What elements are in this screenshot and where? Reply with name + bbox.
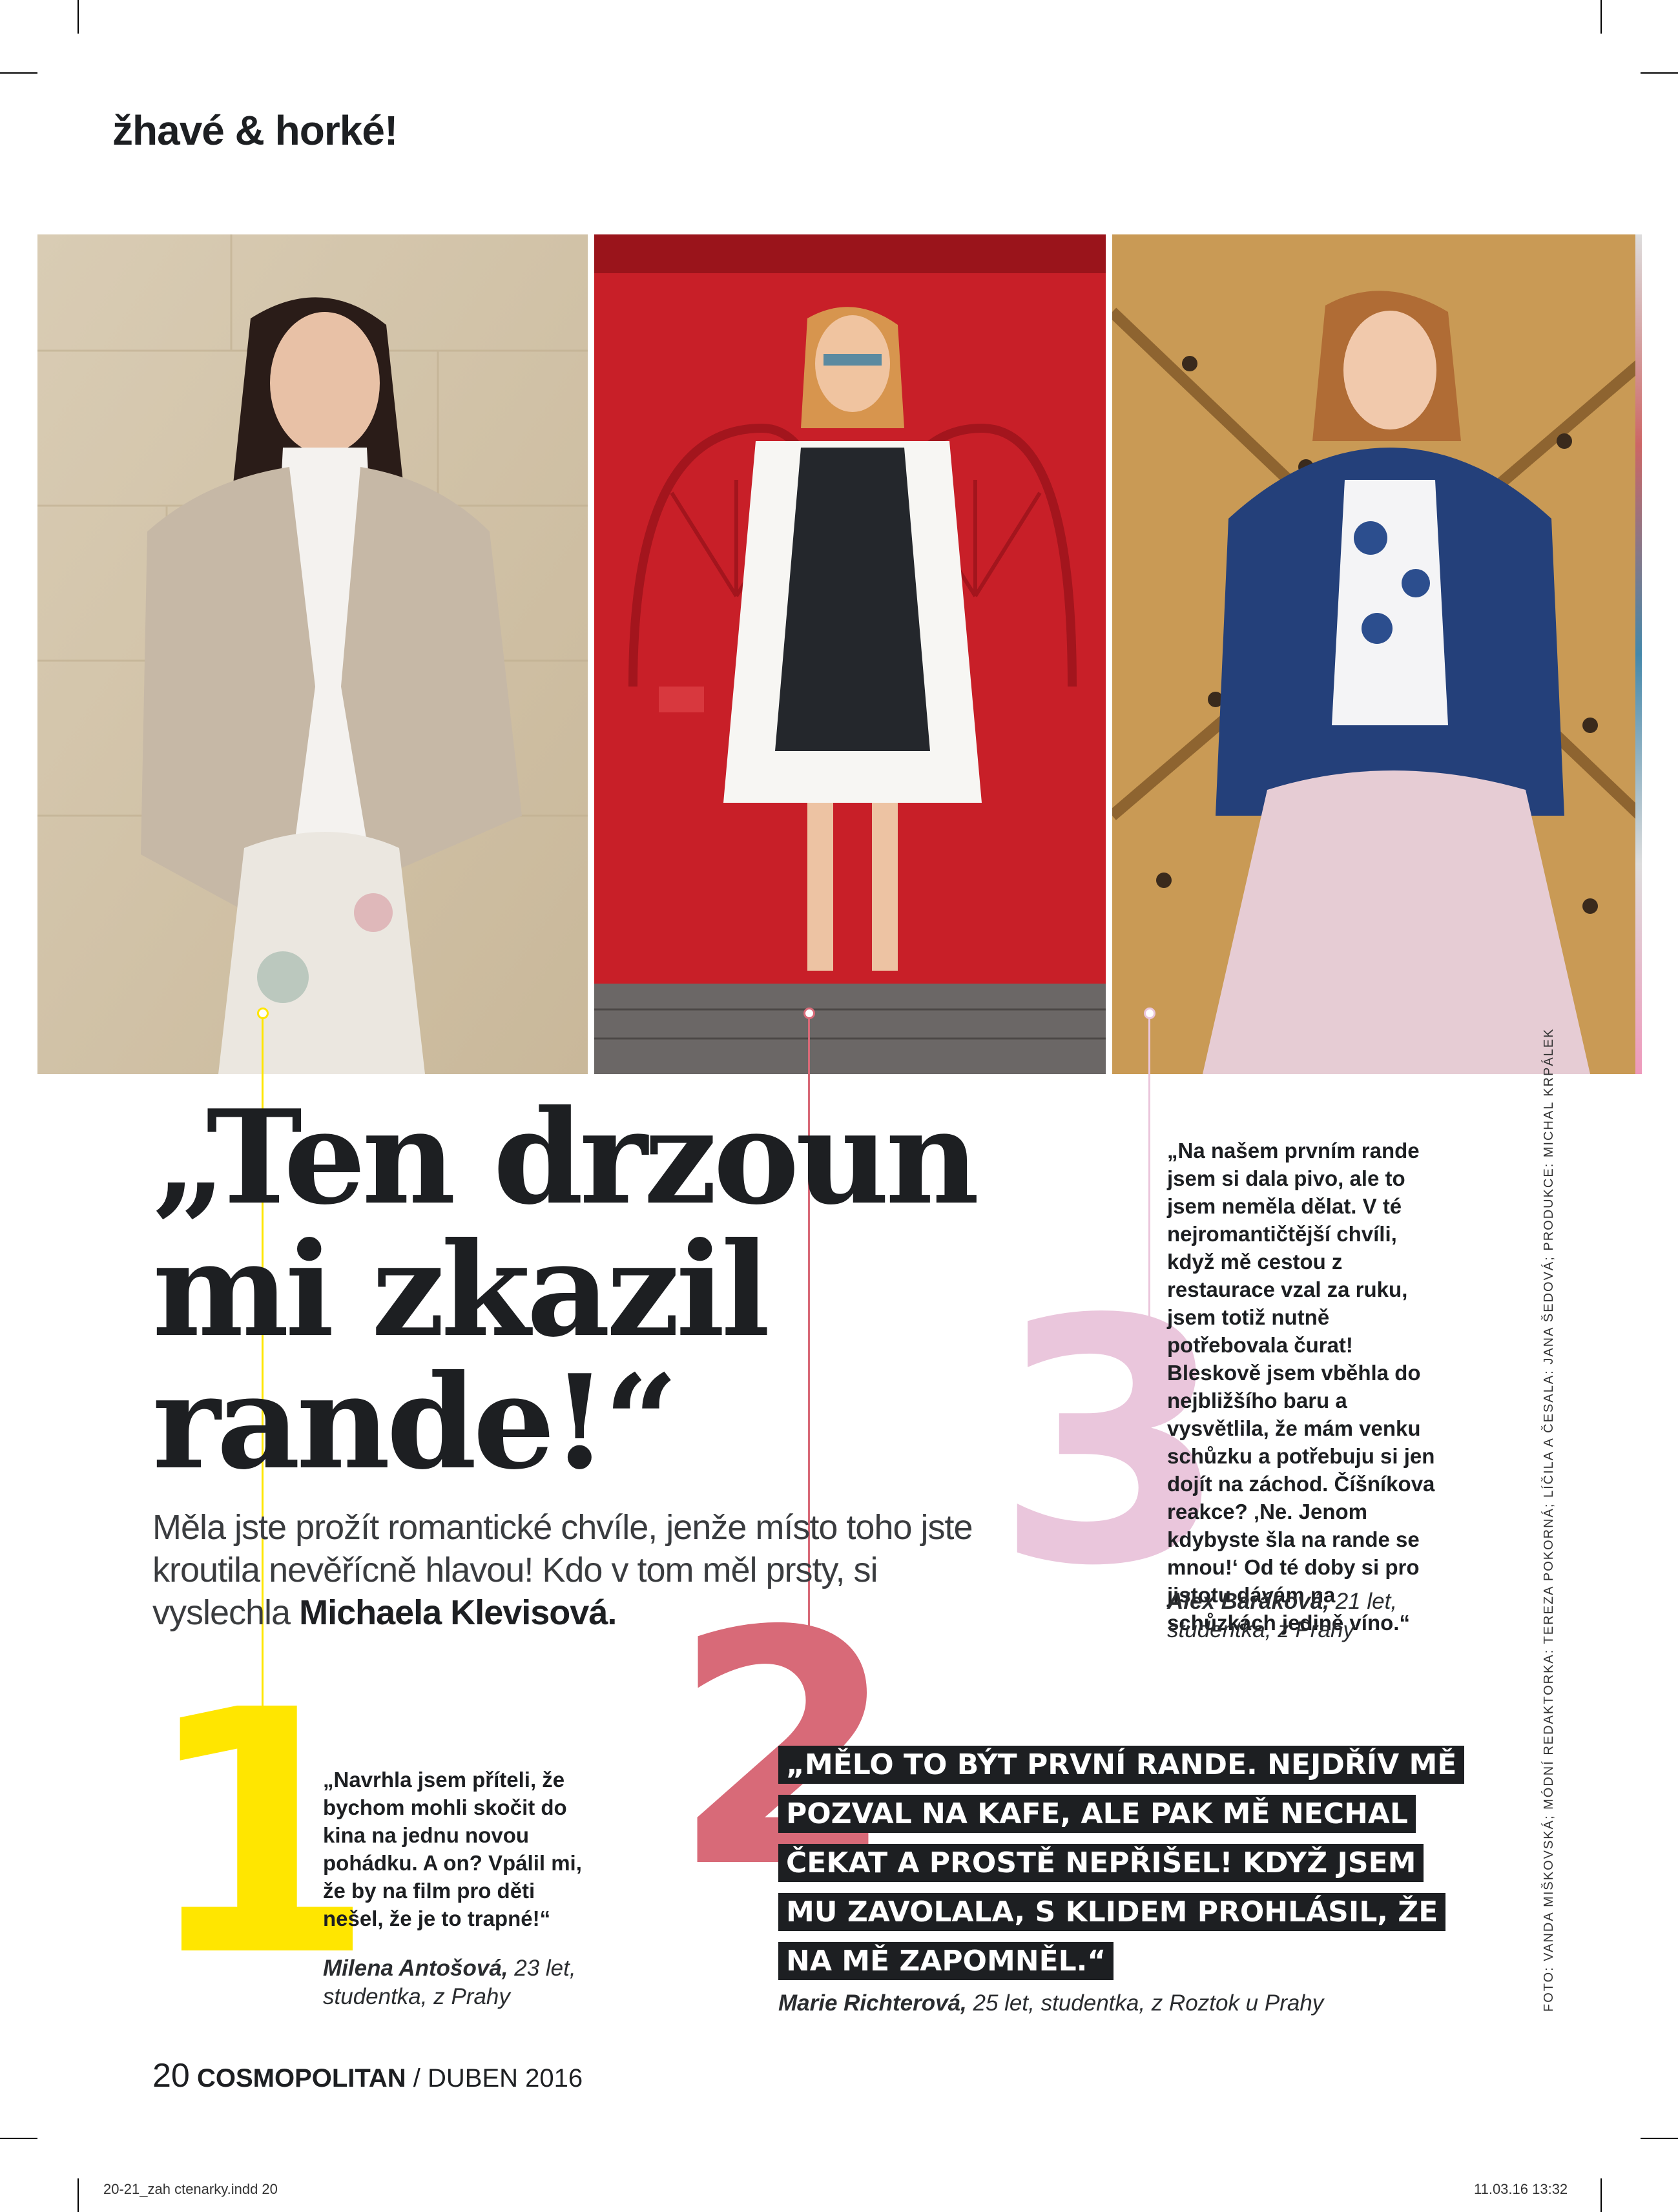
crop-mark	[1641, 72, 1678, 74]
page-footer: 20 COSMOPOLITAN / DUBEN 2016	[152, 2056, 583, 2095]
story-3-name: Alex Baráková,	[1167, 1589, 1329, 1614]
story-3-quote: „Na našem prvním rande jsem si dala pivo…	[1167, 1139, 1435, 1635]
slug-file: 20-21_zah ctenarky.indd 20	[103, 2181, 278, 2197]
story-2-quote-line: ČEKAT A PROSTĚ NEPŘIŠEL! KDYŽ JSEM	[778, 1844, 1424, 1882]
crop-mark	[1600, 2178, 1602, 2212]
story-2-quote-line: „MĚLO TO BÝT PRVNÍ RANDE. NEJDŘÍV MĚ	[778, 1746, 1465, 1784]
story-1-details: studentka, z Prahy	[323, 1984, 510, 2009]
story-1-signature: Milena Antošová, 23 let, studentka, z Pr…	[323, 1954, 601, 2011]
crop-mark	[1600, 0, 1602, 34]
crop-mark	[78, 2178, 79, 2212]
crop-mark	[0, 72, 37, 74]
lead-paragraph: Měla jste prožít romantické chvíle, jenž…	[152, 1506, 992, 1634]
story-2-details: 25 let, studentka, z Roztok u Prahy	[966, 1990, 1324, 2016]
issue-date: DUBEN 2016	[428, 2064, 583, 2093]
photo-alex	[1112, 234, 1641, 1074]
page-number: 20	[152, 2057, 190, 2094]
story-2-signature: Marie Richterová, 25 let, studentka, z R…	[778, 1989, 1489, 2018]
photo-marie	[594, 234, 1106, 1074]
connector-dot-1	[257, 1008, 269, 1019]
story-3-age: 21 let,	[1329, 1589, 1398, 1614]
story-2-quote-line: NA MĚ ZAPOMNĚL.“	[778, 1942, 1114, 1980]
story-1-name: Milena Antošová,	[323, 1956, 508, 1981]
story-1-age: 23 let,	[508, 1956, 576, 1981]
headline: „Ten drzoun mi zkazil rande!“	[152, 1082, 979, 1498]
photo-milena	[37, 234, 588, 1074]
headline-line-2: mi zkazil	[152, 1214, 771, 1366]
photo-edge-strip	[1635, 234, 1642, 1074]
crop-mark	[1641, 2138, 1678, 2139]
story-3-details: studentka, z Prahy	[1167, 1617, 1354, 1642]
lead-author: Michaela Klevisová.	[299, 1593, 617, 1632]
story-2-quote-line: POZVAL NA KAFE, ALE PAK MĚ NECHAL	[778, 1795, 1416, 1833]
photo-alex-illustration	[1112, 234, 1641, 1074]
footer-separator: /	[406, 2064, 428, 2093]
slug-date: 11.03.16 13:32	[1474, 2181, 1568, 2197]
story-1-quote: „Navrhla jsem příteli, že bychom mohli s…	[323, 1768, 582, 1930]
story-2-quote: „MĚLO TO BÝT PRVNÍ RANDE. NEJDŘÍV MĚ POZ…	[778, 1741, 1489, 1986]
headline-line-1: „Ten drzoun	[152, 1082, 979, 1234]
story-2-quote-line: MU ZAVOLALA, S KLIDEM PROHLÁSIL, ŽE	[778, 1893, 1446, 1931]
crop-mark	[0, 2138, 37, 2139]
photo-marie-illustration	[594, 234, 1106, 1074]
story-3-signature: Alex Baráková, 21 let, studentka, z Prah…	[1167, 1587, 1438, 1644]
connector-dot-3	[1144, 1008, 1155, 1019]
magazine-brand: COSMOPOLITAN	[196, 2064, 406, 2093]
story-2-name: Marie Richterová,	[778, 1990, 967, 2016]
connector-dot-2	[803, 1008, 815, 1019]
photo-milena-illustration	[37, 234, 588, 1074]
headline-line-3: rande!“	[152, 1347, 678, 1498]
photo-credit: FOTO: VANDA MIŠKOVSKÁ; MÓDNÍ REDAKTORKA:…	[1542, 1028, 1556, 2012]
crop-mark	[78, 0, 79, 34]
section-label: žhavé & horké!	[112, 107, 398, 154]
